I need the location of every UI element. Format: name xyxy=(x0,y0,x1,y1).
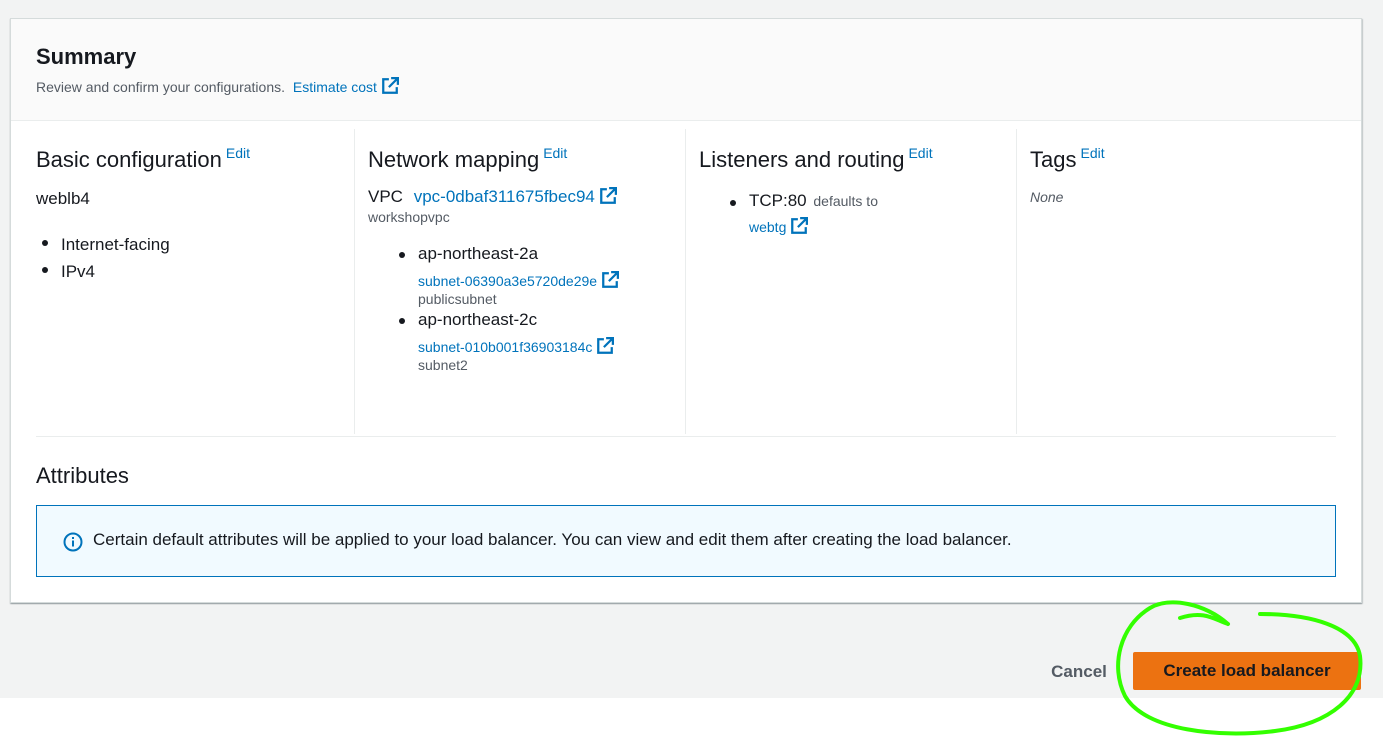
summary-description-text: Review and confirm your configurations. xyxy=(36,79,286,95)
summary-card: Summary Review and confirm your configur… xyxy=(10,18,1362,603)
basic-configuration-list: Internet-facing IPv4 xyxy=(36,231,354,285)
external-link-icon xyxy=(791,217,809,234)
vpc-label: VPC xyxy=(368,187,403,206)
listener-list: TCP:80 defaults to webtg xyxy=(699,191,1017,235)
tags-section: Tags Edit None xyxy=(1030,129,1348,434)
edit-basic-configuration-link[interactable]: Edit xyxy=(226,145,250,161)
section-divider xyxy=(36,436,1336,437)
attributes-info-text: Certain default attributes will be appli… xyxy=(93,530,1012,549)
create-load-balancer-button[interactable]: Create load balancer xyxy=(1133,652,1361,690)
availability-zone: ap-northeast-2c xyxy=(418,310,538,329)
attributes-info-alert: Certain default attributes will be appli… xyxy=(36,505,1336,577)
subnet-link[interactable]: subnet-010b001f36903184c xyxy=(418,337,615,355)
tags-title: Tags xyxy=(1030,147,1077,172)
vpc-name: workshopvpc xyxy=(368,209,450,225)
external-link-icon xyxy=(600,187,617,204)
network-mapping-title: Network mapping xyxy=(368,147,540,172)
tags-value: None xyxy=(1030,189,1064,205)
cancel-button[interactable]: Cancel xyxy=(1040,657,1118,687)
basic-configuration-title: Basic configuration xyxy=(36,147,222,172)
column-divider xyxy=(1016,129,1017,434)
subnet-name: subnet2 xyxy=(418,357,468,373)
external-link-icon xyxy=(382,77,399,94)
attributes-title: Attributes xyxy=(36,463,129,488)
summary-description: Review and confirm your configurations. … xyxy=(36,77,399,95)
list-item: IPv4 xyxy=(11,258,354,285)
subnet-name: publicsubnet xyxy=(418,291,497,307)
vpc-link[interactable]: vpc-0dbaf311675fbec94 xyxy=(414,187,617,206)
list-item: TCP:80 defaults to webtg xyxy=(699,191,1017,235)
availability-zone-list: ap-northeast-2a subnet-06390a3e5720de29e… xyxy=(368,243,686,373)
basic-configuration-section: Basic configuration Edit weblb4 Internet-… xyxy=(36,129,354,434)
info-icon xyxy=(63,532,83,552)
listener-protocol-port: TCP:80 xyxy=(749,191,807,210)
availability-zone: ap-northeast-2a xyxy=(418,244,539,263)
summary-title: Summary xyxy=(36,44,137,69)
estimate-cost-link[interactable]: Estimate cost xyxy=(293,77,399,95)
external-link-icon xyxy=(597,337,615,354)
listeners-routing-title: Listeners and routing xyxy=(699,147,905,172)
subnet-link[interactable]: subnet-06390a3e5720de29e xyxy=(418,271,620,289)
edit-listeners-routing-link[interactable]: Edit xyxy=(908,145,932,161)
defaults-to-label: defaults to xyxy=(813,193,878,209)
list-item: Internet-facing xyxy=(11,231,354,258)
target-group-link[interactable]: webtg xyxy=(749,217,809,235)
load-balancer-name: weblb4 xyxy=(36,189,90,208)
network-mapping-section: Network mapping Edit VPC vpc-0dbaf311675f… xyxy=(368,129,686,434)
column-divider xyxy=(354,129,355,434)
list-item: ap-northeast-2c subnet-010b001f36903184c… xyxy=(368,309,686,373)
listeners-routing-section: Listeners and routing Edit TCP:80 default… xyxy=(699,129,1017,434)
edit-tags-link[interactable]: Edit xyxy=(1080,145,1104,161)
list-item: ap-northeast-2a subnet-06390a3e5720de29e… xyxy=(368,243,686,307)
column-divider xyxy=(685,129,686,434)
external-link-icon xyxy=(602,271,620,288)
edit-network-mapping-link[interactable]: Edit xyxy=(543,145,567,161)
summary-header: Summary Review and confirm your configur… xyxy=(11,19,1361,121)
